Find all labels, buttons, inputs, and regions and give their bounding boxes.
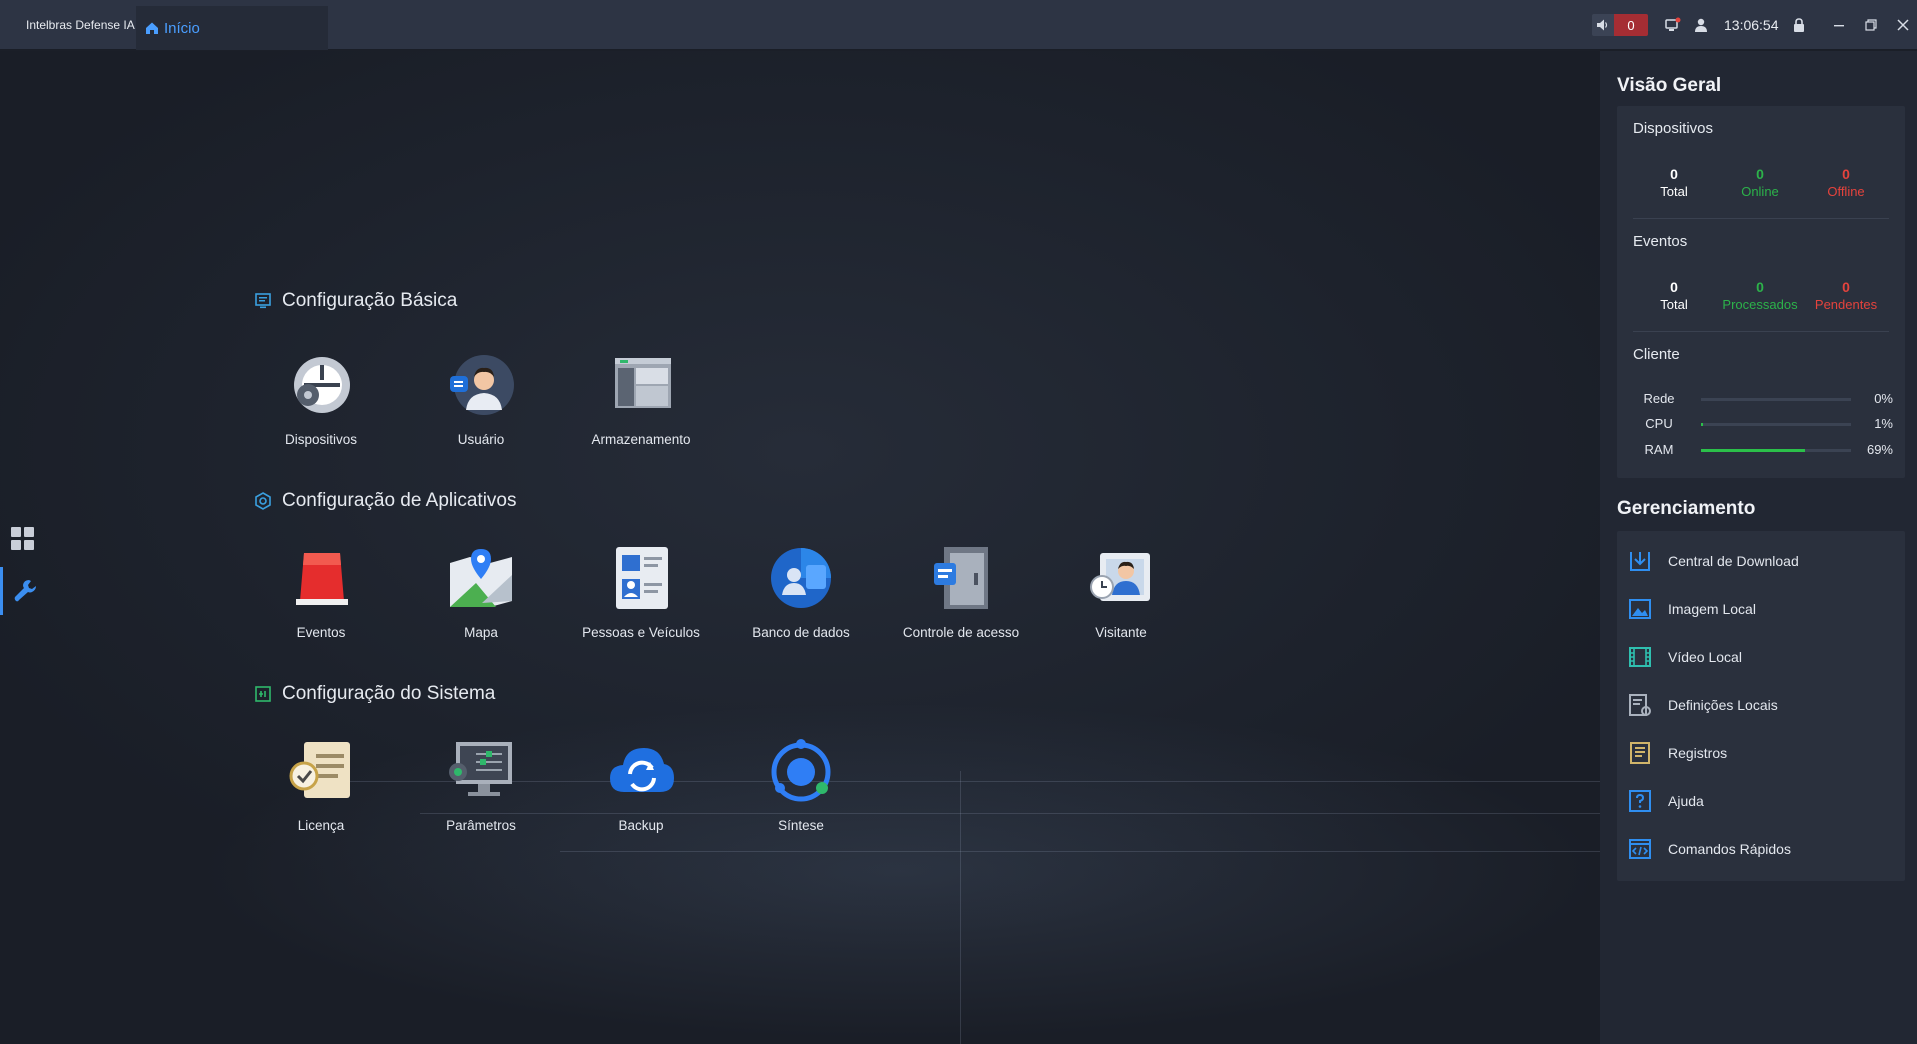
tile-usuario[interactable]: Usuário [401,350,561,460]
help-icon [1629,790,1651,812]
synthesis-icon [771,739,831,802]
section-apps-label: Configuração de Aplicativos [282,490,517,511]
mgmt-logs[interactable]: Registros [1617,729,1905,777]
tile-controle-acesso[interactable]: Controle de acesso [881,543,1041,653]
overview-heading: Visão Geral [1617,75,1722,96]
tile-label: Mapa [464,625,498,640]
download-icon [1630,552,1650,571]
mgmt-local-video[interactable]: Vídeo Local [1617,633,1905,681]
user-icon [450,355,514,415]
rail-apps-button[interactable] [0,515,46,563]
mgmt-quick-commands[interactable]: Comandos Rápidos [1617,825,1905,873]
management-card: Central de Download Imagem Local Vídeo L… [1617,531,1905,881]
section-apps-title: Configuração de Aplicativos [254,490,516,512]
clock: 13:06:54 [1724,17,1779,33]
mgmt-help[interactable]: Ajuda [1617,777,1905,825]
devices-online: 0 Online [1741,166,1779,199]
logs-icon [1630,742,1650,764]
tile-banco-de-dados[interactable]: Banco de dados [721,543,881,653]
events-total: 0 Total [1660,279,1688,312]
speaker-muted-icon [1597,19,1608,31]
tile-label: Banco de dados [752,625,850,640]
shortcut-icon [1629,839,1651,859]
tile-sintese[interactable]: Síntese [721,736,881,846]
devices-offline: 0 Offline [1827,166,1865,199]
alarm-sound-toggle[interactable]: 0 [1592,14,1648,36]
devices-icon [294,357,350,413]
tab-home[interactable]: Início [136,6,328,50]
meter-rede: Rede 0% [1643,391,1893,406]
events-pending: 0 Pendentes [1814,279,1878,312]
management-heading: Gerenciamento [1617,498,1756,519]
tile-eventos[interactable]: Eventos [241,543,401,653]
monitor-icon [255,293,271,309]
user-account-icon[interactable] [1692,16,1710,34]
tile-pessoas-veiculos[interactable]: Pessoas e Veículos [561,543,721,653]
tile-label: Backup [618,818,664,833]
rail-config-button[interactable] [0,567,46,615]
tile-label: Licença [297,818,345,833]
devices-total: 0 Total [1660,166,1688,199]
section-basic-title: Configuração Básica [254,290,457,312]
wrench-icon [14,580,36,602]
lock-icon[interactable] [1790,16,1808,34]
events-processed: 0 Processados [1722,279,1798,312]
app-name: Intelbras Defense IA [26,18,135,32]
tile-label: Visitante [1095,625,1147,640]
events-title: Eventos [1633,233,1688,250]
side-rail [0,51,46,1044]
meter-cpu: CPU 1% [1645,416,1893,431]
mgmt-download-center[interactable]: Central de Download [1617,537,1905,585]
client-title: Cliente [1633,346,1680,363]
tile-label: Dispositivos [284,432,358,447]
database-icon [771,548,831,608]
right-panel: Visão Geral Dispositivos 0 Total 0 Onlin… [1600,51,1917,1044]
meter-ram: RAM 69% [1644,442,1893,457]
tile-label: Armazenamento [591,432,691,447]
grid-icon [11,527,34,550]
section-system-label: Configuração do Sistema [282,683,496,704]
tile-label: Síntese [778,818,824,833]
mgmt-local-settings[interactable]: Definições Locais [1617,681,1905,729]
tile-parametros[interactable]: Parâmetros [401,736,561,846]
mgmt-local-image[interactable]: Imagem Local [1617,585,1905,633]
tile-visitante[interactable]: Visitante [1041,543,1201,653]
event-notification-icon[interactable] [1664,16,1682,34]
door-icon [934,547,988,609]
restore-icon[interactable] [1862,16,1880,34]
tile-armazenamento[interactable]: Armazenamento [561,350,721,460]
minimize-icon[interactable] [1830,16,1848,34]
tile-licenca[interactable]: Licença [241,736,401,846]
cloud-backup-icon [610,748,674,792]
title-bar: Intelbras Defense IA Início 0 13:06:54 [0,0,1917,50]
alarm-count: 0 [1614,14,1648,36]
tile-dispositivos[interactable]: Dispositivos [241,350,401,460]
overview-card: Dispositivos 0 Total 0 Online 0 Offline … [1617,106,1905,478]
visitor-icon [1090,553,1150,601]
tile-label: Usuário [457,432,505,447]
devices-title: Dispositivos [1633,120,1714,137]
tile-label: Eventos [296,625,346,640]
app-config-icon [255,492,271,510]
storage-icon [615,358,671,408]
tab-home-label: Início [164,19,200,37]
image-icon [1629,599,1651,619]
system-config-icon [255,686,271,702]
parameters-icon [449,742,512,796]
section-basic-label: Configuração Básica [282,290,458,311]
close-icon[interactable] [1894,16,1912,34]
alarm-light-icon [296,553,348,605]
tile-label: Controle de acesso [902,625,1020,640]
tile-backup[interactable]: Backup [561,736,721,846]
tile-label: Pessoas e Veículos [582,625,700,640]
film-icon [1629,647,1651,667]
map-icon [450,549,512,607]
license-icon [289,742,350,798]
tile-mapa[interactable]: Mapa [401,543,561,653]
tile-label: Parâmetros [446,818,516,833]
id-card-icon [616,547,668,609]
local-settings-icon [1629,694,1651,716]
home-icon [146,22,158,34]
section-system-title: Configuração do Sistema [254,683,495,705]
